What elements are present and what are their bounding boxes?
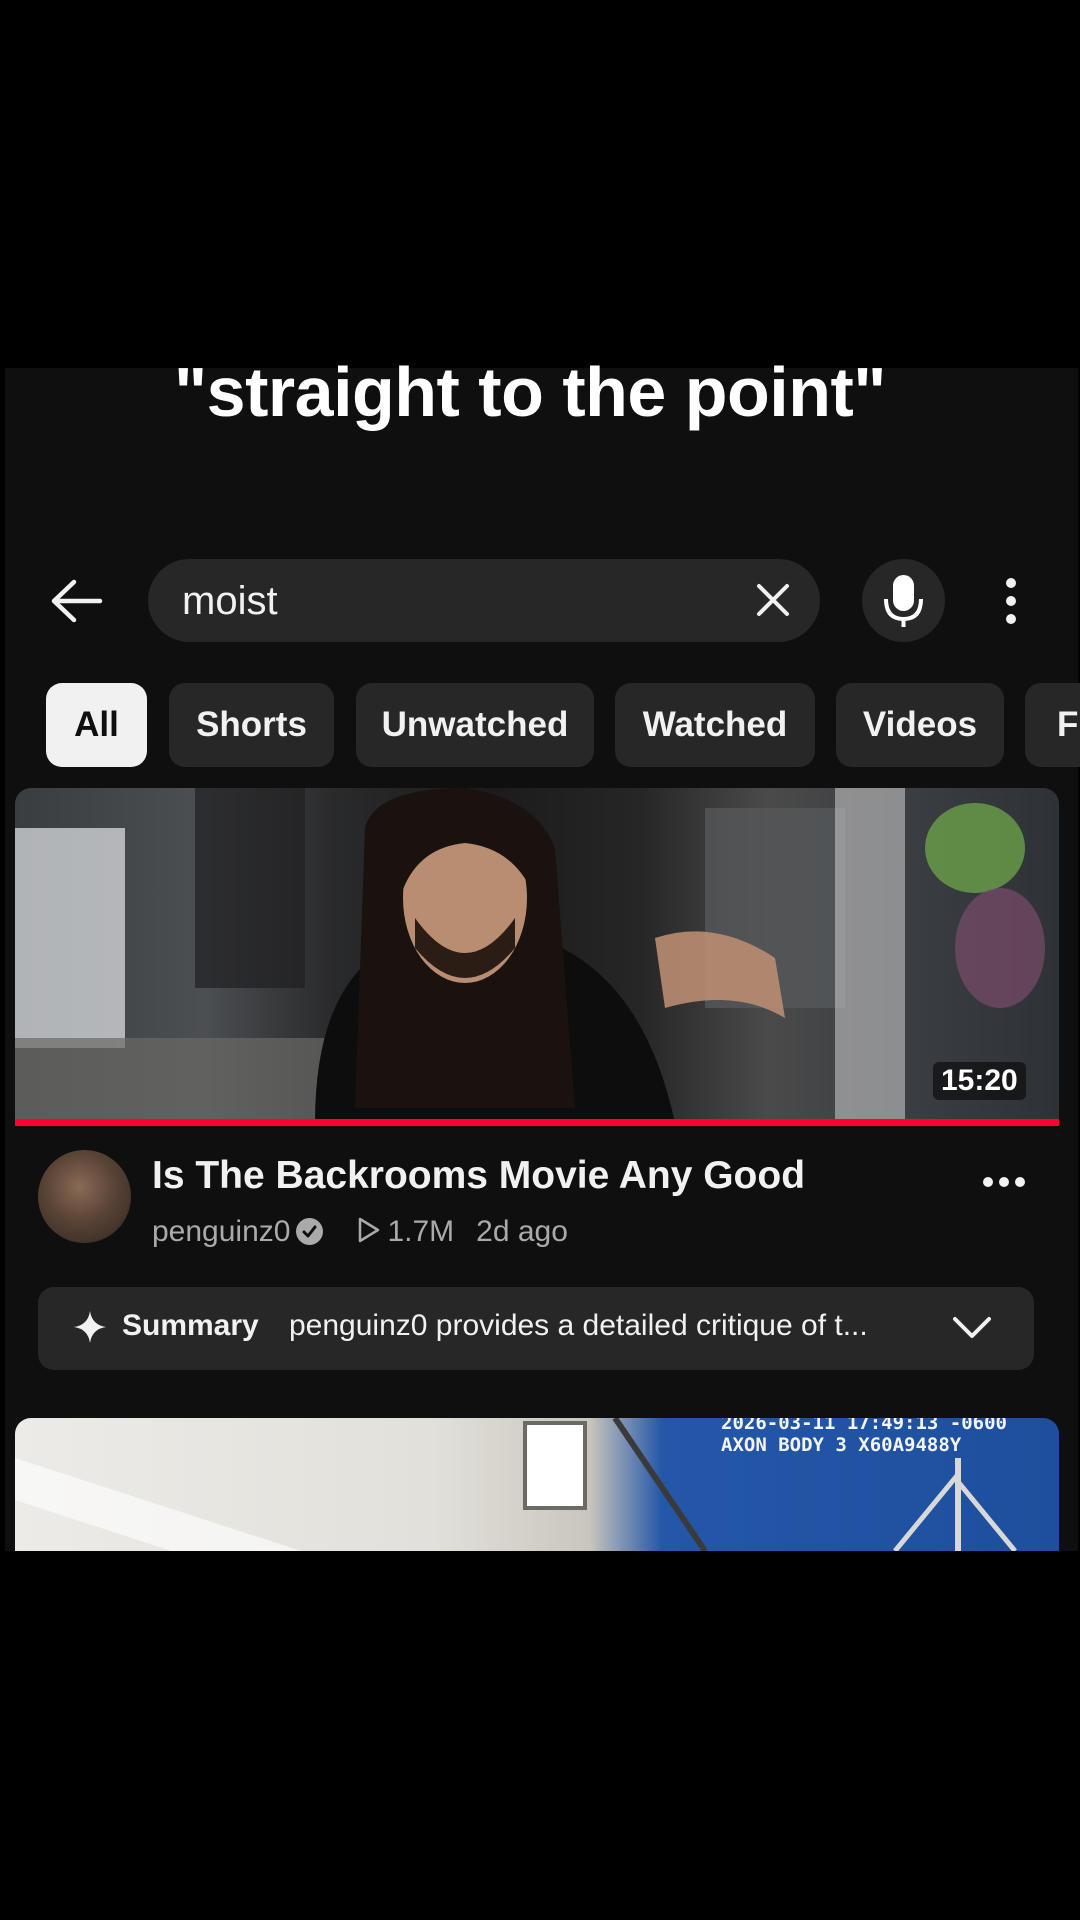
- search-input[interactable]: moist: [148, 559, 820, 642]
- thumbnail-scene: [15, 788, 1045, 1123]
- verified-icon: [296, 1218, 324, 1245]
- search-query: moist: [182, 579, 278, 623]
- more-options-button[interactable]: [996, 576, 1026, 626]
- more-vert-icon: [1006, 578, 1016, 624]
- chip-shorts[interactable]: Shorts: [169, 683, 334, 767]
- arrow-left-icon: [51, 579, 103, 623]
- channel-avatar[interactable]: [38, 1150, 131, 1243]
- video-title[interactable]: Is The Backrooms Movie Any Good: [152, 1154, 805, 1198]
- microphone-icon: [884, 575, 923, 627]
- back-button[interactable]: [48, 576, 104, 626]
- sparkle-icon: [74, 1311, 106, 1343]
- chip-partial[interactable]: F: [1025, 683, 1080, 767]
- clear-search-button[interactable]: [754, 581, 792, 619]
- caption-text: "straight to the point": [173, 353, 887, 431]
- next-video-thumbnail[interactable]: 2026-03-11 17:49:13 -0600 AXON BODY 3 X6…: [15, 1418, 1059, 1551]
- filter-chips: All Shorts Unwatched Watched Videos F: [46, 683, 1080, 767]
- video-more-button[interactable]: [980, 1170, 1028, 1194]
- duration-badge: 15:20: [933, 1062, 1026, 1100]
- upload-age: 2d ago: [476, 1215, 568, 1248]
- play-icon: [357, 1217, 381, 1251]
- more-horiz-icon: [983, 1177, 1025, 1187]
- bodycam-overlay: 2026-03-11 17:49:13 -0600 AXON BODY 3 X6…: [721, 1418, 1007, 1456]
- chevron-down-icon[interactable]: [952, 1315, 992, 1341]
- summary-text: penguinz0 provides a detailed critique o…: [289, 1309, 868, 1342]
- channel-name[interactable]: penguinz0: [152, 1215, 290, 1248]
- summary-card[interactable]: Summary penguinz0 provides a detailed cr…: [38, 1287, 1034, 1370]
- summary-label: Summary: [122, 1309, 259, 1342]
- chip-watched[interactable]: Watched: [615, 683, 815, 767]
- video-meta: penguinz0 1.7M 2d ago: [152, 1215, 568, 1251]
- chip-unwatched[interactable]: Unwatched: [356, 683, 594, 767]
- video-thumbnail[interactable]: [15, 788, 1059, 1123]
- bodycam-timestamp: 2026-03-11 17:49:13 -0600: [721, 1418, 1007, 1434]
- voice-search-button[interactable]: [862, 559, 945, 642]
- close-icon: [757, 584, 789, 616]
- bodycam-device: AXON BODY 3 X60A9488Y: [721, 1434, 962, 1456]
- watch-progress-bar: [15, 1119, 1059, 1126]
- view-count: 1.7M: [387, 1215, 455, 1248]
- chip-all[interactable]: All: [46, 683, 147, 767]
- chip-videos[interactable]: Videos: [836, 683, 1004, 767]
